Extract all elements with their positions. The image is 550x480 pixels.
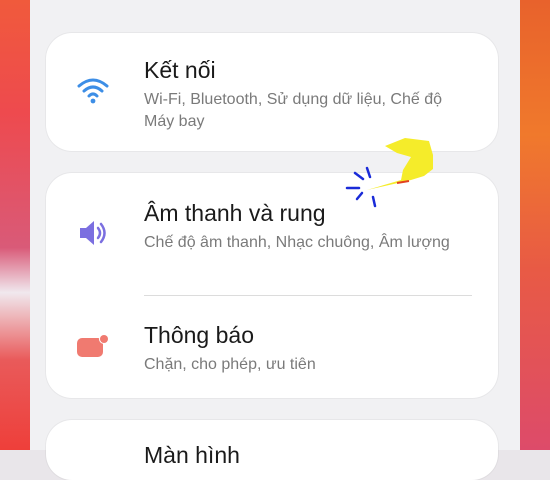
settings-screen: Kết nối Wi-Fi, Bluetooth, Sử dụng dữ liệ… (30, 0, 520, 480)
display-card: Màn hình (46, 420, 498, 480)
speaker-icon (76, 216, 110, 250)
notifications-title: Thông báo (144, 322, 254, 348)
notifications-subtitle: Chặn, cho phép, ưu tiên (144, 356, 316, 373)
notification-badge-icon (76, 329, 110, 363)
connections-subtitle: Wi-Fi, Bluetooth, Sử dụng dữ liệu, Chế đ… (144, 91, 443, 130)
display-title: Màn hình (144, 442, 240, 468)
sound-subtitle: Chế độ âm thanh, Nhạc chuông, Âm lượng (144, 234, 450, 251)
wifi-icon (76, 73, 110, 107)
settings-item-display[interactable]: Màn hình (46, 420, 498, 480)
connections-title: Kết nối (144, 57, 216, 83)
settings-item-notifications[interactable]: Thông báo Chặn, cho phép, ưu tiên (46, 296, 498, 398)
pointing-hand-icon (345, 133, 440, 213)
sound-title: Âm thanh và rung (144, 200, 326, 226)
